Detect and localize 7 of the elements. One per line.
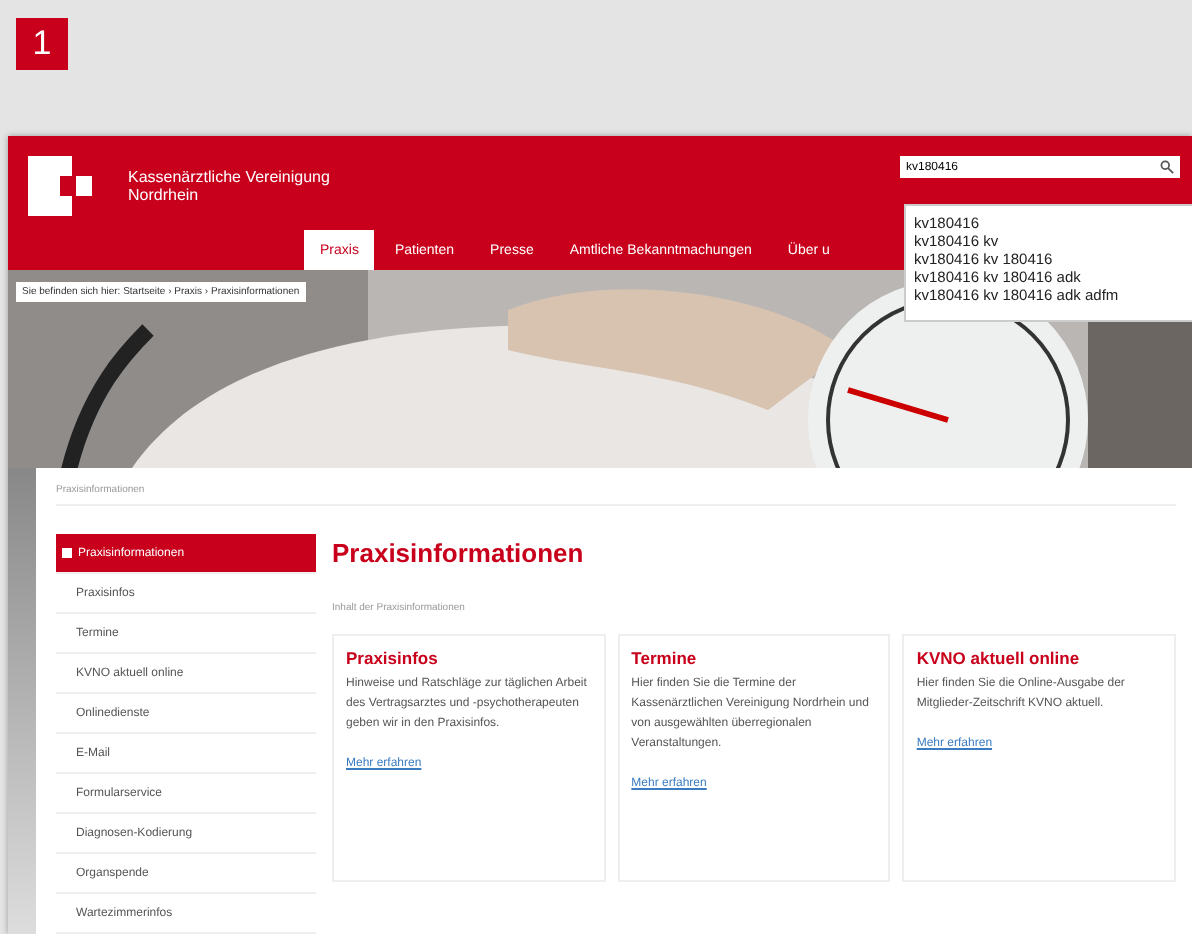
figure-number: 1 bbox=[16, 18, 68, 70]
card-title: KVNO aktuell online bbox=[916, 648, 1082, 668]
card-title: Praxisinfos bbox=[346, 648, 440, 668]
logo-text: Kassenärztliche Vereinigung bbox=[128, 168, 330, 186]
logo-subtext: Nordrhein bbox=[128, 186, 201, 204]
page-title: Praxisinformationen bbox=[332, 538, 586, 568]
card-title: Termine bbox=[631, 648, 699, 668]
